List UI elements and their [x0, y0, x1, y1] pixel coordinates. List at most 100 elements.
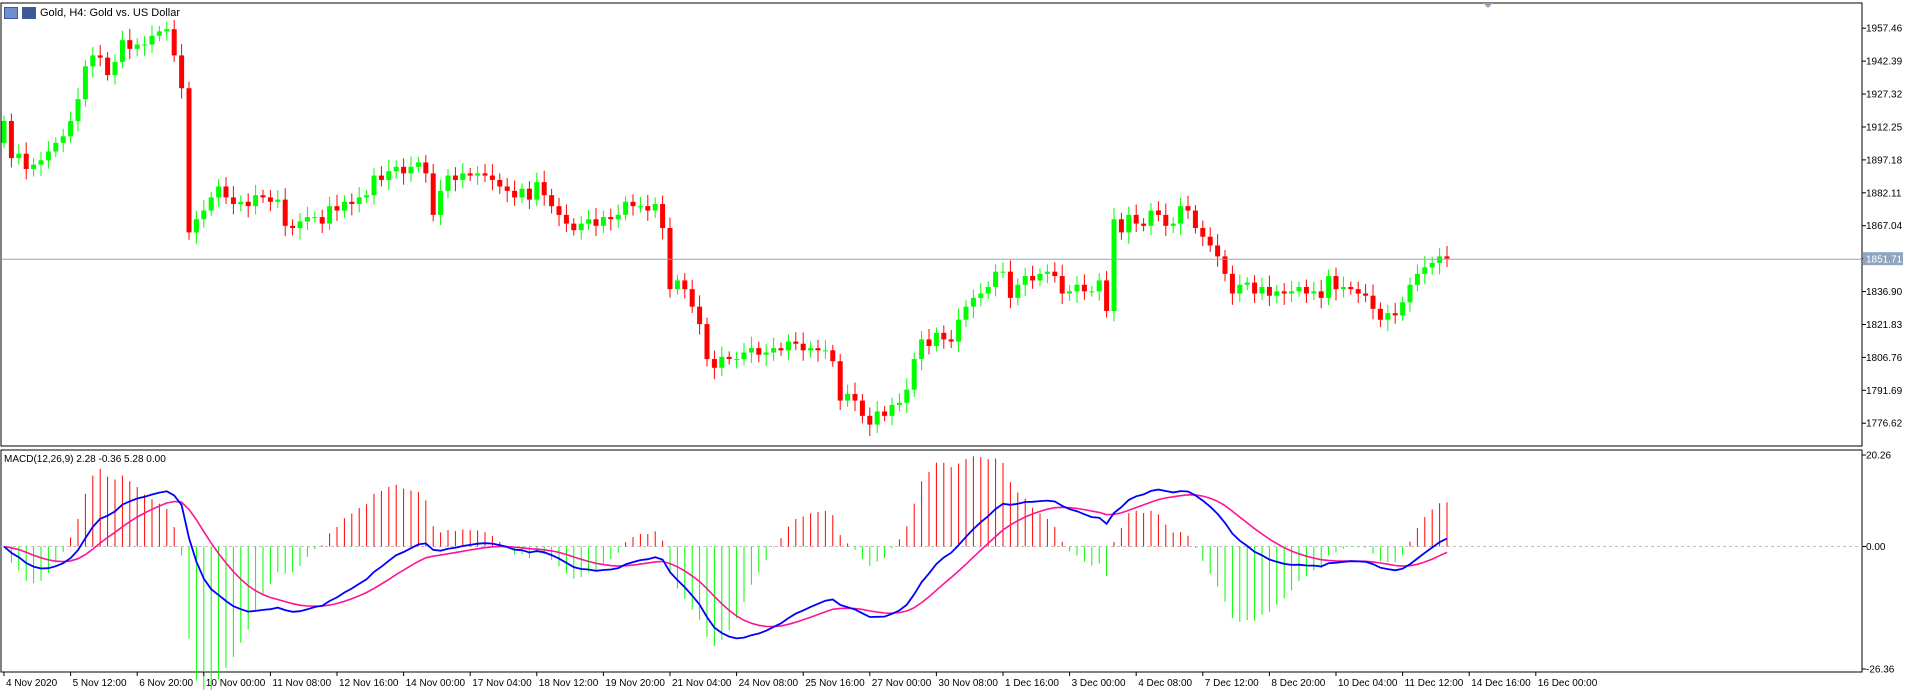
candle-body	[401, 166, 407, 174]
candle-body	[90, 55, 96, 67]
candle-body	[371, 175, 377, 196]
candle-body	[127, 40, 133, 49]
candle-body	[134, 44, 140, 49]
candle-body	[112, 61, 118, 76]
candle-body	[430, 173, 436, 215]
candle-body	[1067, 291, 1073, 294]
candle-body	[1363, 293, 1369, 296]
candle-body	[704, 324, 710, 360]
candle-body	[1318, 291, 1324, 298]
candle-body	[956, 319, 962, 342]
candle-body	[1400, 302, 1406, 316]
candle-body	[608, 217, 614, 220]
candle-body	[253, 195, 259, 207]
candle-body	[845, 394, 851, 401]
candle-body	[726, 356, 732, 360]
candle-body	[948, 339, 954, 342]
candle-body	[1377, 308, 1383, 320]
time-axis-label: 4 Nov 2020	[6, 678, 58, 689]
candle-body	[637, 206, 643, 208]
candle-body	[267, 197, 273, 202]
candle-body	[1252, 282, 1258, 294]
candle-body	[482, 173, 488, 176]
candle-body	[297, 221, 303, 228]
macd-axis-label: 0.00	[1866, 542, 1886, 553]
candle-body	[526, 188, 532, 200]
candle-body	[1126, 214, 1132, 233]
price-axis-label: 1821.83	[1866, 320, 1903, 331]
candle-body	[748, 348, 754, 353]
candle-body	[1133, 214, 1139, 224]
scroll-marker-icon	[1483, 3, 1493, 8]
candle-body	[1089, 291, 1095, 293]
candle-body	[963, 306, 969, 320]
time-axis-label: 10 Nov 00:00	[206, 678, 266, 689]
macd-chart-frame	[0, 449, 1863, 673]
price-axis-label: 1867.04	[1866, 221, 1903, 232]
candle-body	[1348, 286, 1354, 290]
candle-body	[1259, 286, 1265, 294]
candle-body	[741, 352, 747, 360]
price-axis-label: 1912.25	[1866, 122, 1903, 133]
candle-body	[563, 214, 569, 224]
candle-body	[1170, 223, 1176, 226]
bid-price-label: 1851.71	[1866, 255, 1903, 266]
candle-body	[1007, 271, 1013, 298]
candle-body	[667, 227, 673, 290]
candle-body	[378, 175, 384, 180]
candle-body	[800, 343, 806, 351]
candle-body	[689, 289, 695, 307]
price-axis-label: 1957.46	[1866, 24, 1903, 35]
candle-body	[593, 219, 599, 226]
time-axis-label: 18 Nov 12:00	[539, 678, 599, 689]
candle-body	[933, 332, 939, 346]
candle-body	[1422, 267, 1428, 274]
chart-canvas[interactable]: 1957.46 1942.39 1927.32 1912.25 1897.18 1882.…	[0, 0, 1916, 690]
time-axis-label: 24 Nov 08:00	[739, 678, 799, 689]
candle-body	[1303, 286, 1309, 294]
candle-body	[941, 332, 947, 340]
candle-body	[201, 210, 207, 220]
time-axis: 4 Nov 2020 5 Nov 12:00 6 Nov 20:00 10 Nov 0…	[3, 672, 1598, 689]
candle-body	[778, 348, 784, 351]
candle-body	[1333, 276, 1339, 290]
candle-body	[549, 195, 555, 207]
candle-body	[1296, 286, 1302, 292]
candle-body	[859, 400, 865, 416]
candle-body	[1340, 286, 1346, 290]
candle-body	[216, 186, 222, 198]
candle-body	[290, 225, 296, 228]
candle-body	[1155, 210, 1161, 215]
candle-body	[889, 404, 895, 416]
price-axis-label: 1882.11	[1866, 188, 1902, 199]
candle-body	[556, 206, 562, 215]
candle-body	[1044, 271, 1050, 274]
time-axis-label: 17 Nov 04:00	[472, 678, 532, 689]
candle-body	[1118, 219, 1124, 233]
candle-body	[230, 197, 236, 204]
macd-indicator-label: MACD(12,26,9) 2.28 -0.36 5.28 0.00	[4, 454, 166, 465]
candle-body	[1104, 280, 1110, 312]
candle-body	[815, 348, 821, 351]
candle-body	[1326, 276, 1332, 298]
candle-body	[1237, 284, 1243, 294]
candle-body	[645, 206, 651, 211]
candle-body	[1052, 271, 1058, 277]
candle-body	[771, 348, 777, 353]
candle-body	[1000, 271, 1006, 273]
candle-body	[1311, 291, 1317, 294]
candle-body	[341, 201, 347, 211]
candle-body	[119, 40, 125, 62]
candle-body	[356, 197, 362, 204]
candle-body	[445, 175, 451, 191]
macd-axis-label: -26.36	[1866, 665, 1895, 676]
candle-body	[1185, 206, 1191, 211]
candle-body	[1074, 284, 1080, 292]
candle-body	[808, 348, 814, 351]
candle-body	[993, 271, 999, 287]
candle-body	[82, 66, 88, 100]
macd-axis-label: 20.26	[1866, 451, 1891, 462]
candle-body	[600, 217, 606, 226]
price-axis-label: 1942.39	[1866, 57, 1903, 68]
candle-body	[282, 199, 288, 226]
